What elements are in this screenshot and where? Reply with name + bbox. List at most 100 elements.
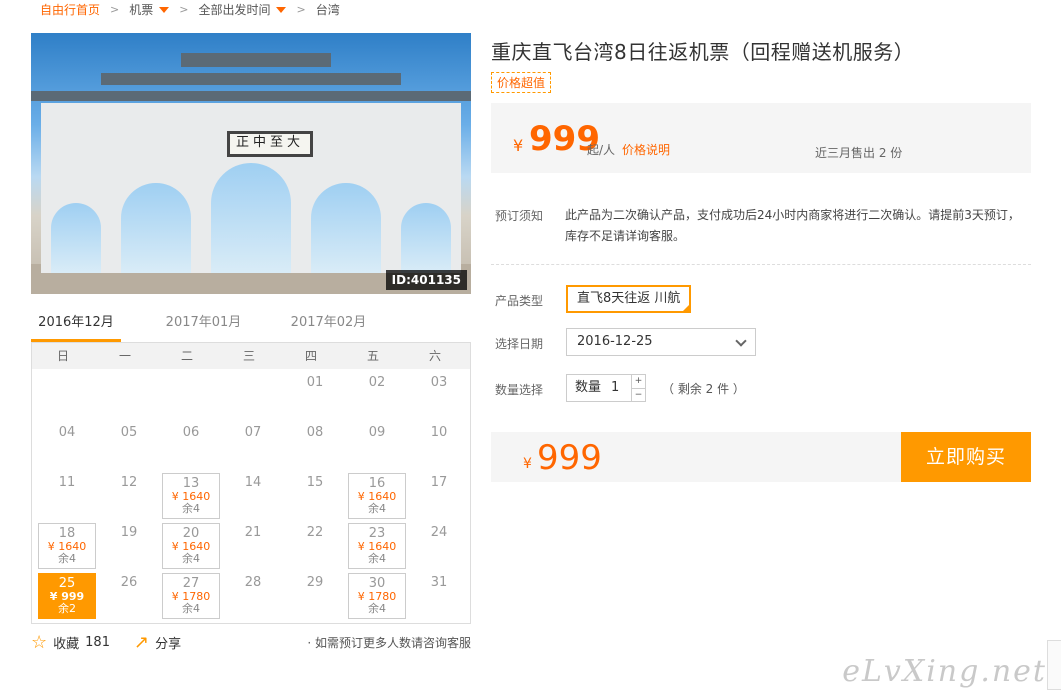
calendar-day-available[interactable]: 27 ¥ 1780 余4: [162, 573, 220, 619]
day-remaining: 余4: [368, 602, 386, 615]
day-number: 04: [58, 425, 76, 440]
calendar-day: 29: [286, 573, 344, 619]
breadcrumb-flights-label: 机票: [129, 2, 154, 17]
calendar-day: 06: [162, 423, 220, 469]
value-tag: 价格超值: [491, 72, 552, 93]
calendar-day: 17: [410, 473, 468, 519]
date-select[interactable]: 2016-12-25: [566, 328, 756, 356]
product-photo: 正中至大 ID:401135: [31, 33, 471, 294]
day-number: [162, 373, 220, 375]
buy-bar: ¥ 999: [491, 432, 901, 482]
booking-notice: 预订须知 此产品为二次确认产品，支付成功后24小时内商家将进行二次确认。请提前3…: [495, 205, 1031, 247]
tab-month-3[interactable]: 2017年02月: [266, 308, 391, 342]
day-number: 23: [368, 526, 386, 541]
calendar-day-available[interactable]: 13 ¥ 1640 余4: [162, 473, 220, 519]
calendar-day-available[interactable]: 20 ¥ 1640 余4: [162, 523, 220, 569]
calendar-day: [38, 373, 96, 419]
share-label: 分享: [155, 636, 182, 652]
calendar-day: 05: [100, 423, 158, 469]
quantity-decrement-button[interactable]: −: [632, 389, 645, 402]
photo-arch: [311, 183, 381, 273]
price-box: ¥ 999 起/人 价格说明 近三月售出 2 份: [491, 103, 1031, 173]
calendar-day-available[interactable]: 18 ¥ 1640 余4: [38, 523, 96, 569]
breadcrumb-current: 台湾: [315, 2, 340, 17]
breadcrumb-time-dropdown[interactable]: 全部出发时间: [198, 1, 287, 18]
calendar-day: 08: [286, 423, 344, 469]
watermark: eLvXing.net: [842, 654, 1047, 689]
day-number: 03: [430, 375, 448, 390]
price-unit: 起/人: [587, 143, 616, 157]
day-number: 24: [430, 525, 448, 540]
day-number: 06: [182, 425, 200, 440]
calendar-day-available[interactable]: 23 ¥ 1640 余4: [348, 523, 406, 569]
day-number: 02: [368, 375, 386, 390]
star-icon: ☆: [31, 631, 48, 653]
photo-arch: [51, 203, 101, 273]
photo-arch: [211, 163, 291, 273]
product-type-label: 产品类型: [495, 294, 544, 308]
day-number: 01: [306, 375, 324, 390]
day-number: 25: [58, 576, 76, 591]
day-number: [100, 373, 158, 375]
notice-label: 预订须知: [495, 209, 544, 223]
chevron-down-icon: [735, 335, 747, 347]
remaining-stock: （ 剩余 2 件 ）: [662, 382, 745, 396]
day-number: 08: [306, 425, 324, 440]
buy-price: 999: [537, 438, 602, 478]
day-number: 26: [120, 575, 138, 590]
calendar-day-selected[interactable]: 25 ¥ 999 余2: [38, 573, 96, 619]
calendar-day: [224, 373, 282, 419]
weekday-label: 一: [118, 349, 131, 363]
calendar-day: 11: [38, 473, 96, 519]
photo-arch: [401, 203, 451, 273]
calendar-day: [100, 373, 158, 419]
calendar-day: 02: [348, 373, 406, 419]
calendar-day-available[interactable]: 16 ¥ 1640 余4: [348, 473, 406, 519]
date-select-value: 2016-12-25: [577, 334, 653, 349]
favorite-button[interactable]: ☆ 收藏 181: [31, 632, 110, 653]
day-number: 28: [244, 575, 262, 590]
share-button[interactable]: ↗ 分享: [134, 632, 181, 653]
breadcrumb-home-link[interactable]: 自由行首页: [40, 1, 100, 18]
calendar-day: 28: [224, 573, 282, 619]
weekday-label: 四: [304, 349, 317, 363]
day-number: 20: [182, 526, 200, 541]
breadcrumb-flights-dropdown[interactable]: 机票: [129, 1, 170, 18]
breadcrumb: 自由行首页 > 机票 > 全部出发时间 > 台湾: [40, 1, 340, 18]
price-explain-link[interactable]: 价格说明: [622, 141, 670, 158]
day-number: 12: [120, 475, 138, 490]
quantity-prefix: 数量: [575, 380, 602, 395]
calendar-day: 21: [224, 523, 282, 569]
calendar-day: 03: [410, 373, 468, 419]
quantity-increment-button[interactable]: +: [632, 375, 645, 389]
side-feedback-tab[interactable]: [1047, 640, 1061, 690]
day-number: 07: [244, 425, 262, 440]
day-number: 14: [244, 475, 262, 490]
selected-corner-icon: [682, 304, 691, 312]
calendar-day-available[interactable]: 30 ¥ 1780 余4: [348, 573, 406, 619]
day-number: 31: [430, 575, 448, 590]
buy-now-button[interactable]: 立即购买: [901, 432, 1031, 482]
photo-roof: [101, 73, 401, 85]
photo-gate: [31, 53, 471, 273]
day-remaining: 余4: [182, 602, 200, 615]
calendar-day: 04: [38, 423, 96, 469]
sold-count: 近三月售出 2 份: [815, 146, 903, 160]
quantity-input[interactable]: 1: [601, 375, 631, 401]
product-type-option[interactable]: 直飞8天往返 川航: [566, 285, 692, 313]
calendar-day: [162, 373, 220, 419]
tab-month-1[interactable]: 2016年12月: [31, 308, 121, 342]
photo-arch: [121, 183, 191, 273]
day-number: 30: [368, 576, 386, 591]
day-remaining: 余2: [58, 602, 76, 615]
product-type-value: 直飞8天往返 川航: [577, 291, 681, 306]
tab-month-2[interactable]: 2017年01月: [141, 308, 266, 342]
day-remaining: 余4: [368, 502, 386, 515]
day-remaining: 余4: [58, 552, 76, 565]
share-icon: ↗: [133, 631, 150, 653]
day-number: 29: [306, 575, 324, 590]
weekday-label: 三: [242, 349, 255, 363]
day-remaining: 余4: [182, 552, 200, 565]
day-number: 13: [182, 476, 200, 491]
caret-down-icon: [276, 7, 287, 13]
